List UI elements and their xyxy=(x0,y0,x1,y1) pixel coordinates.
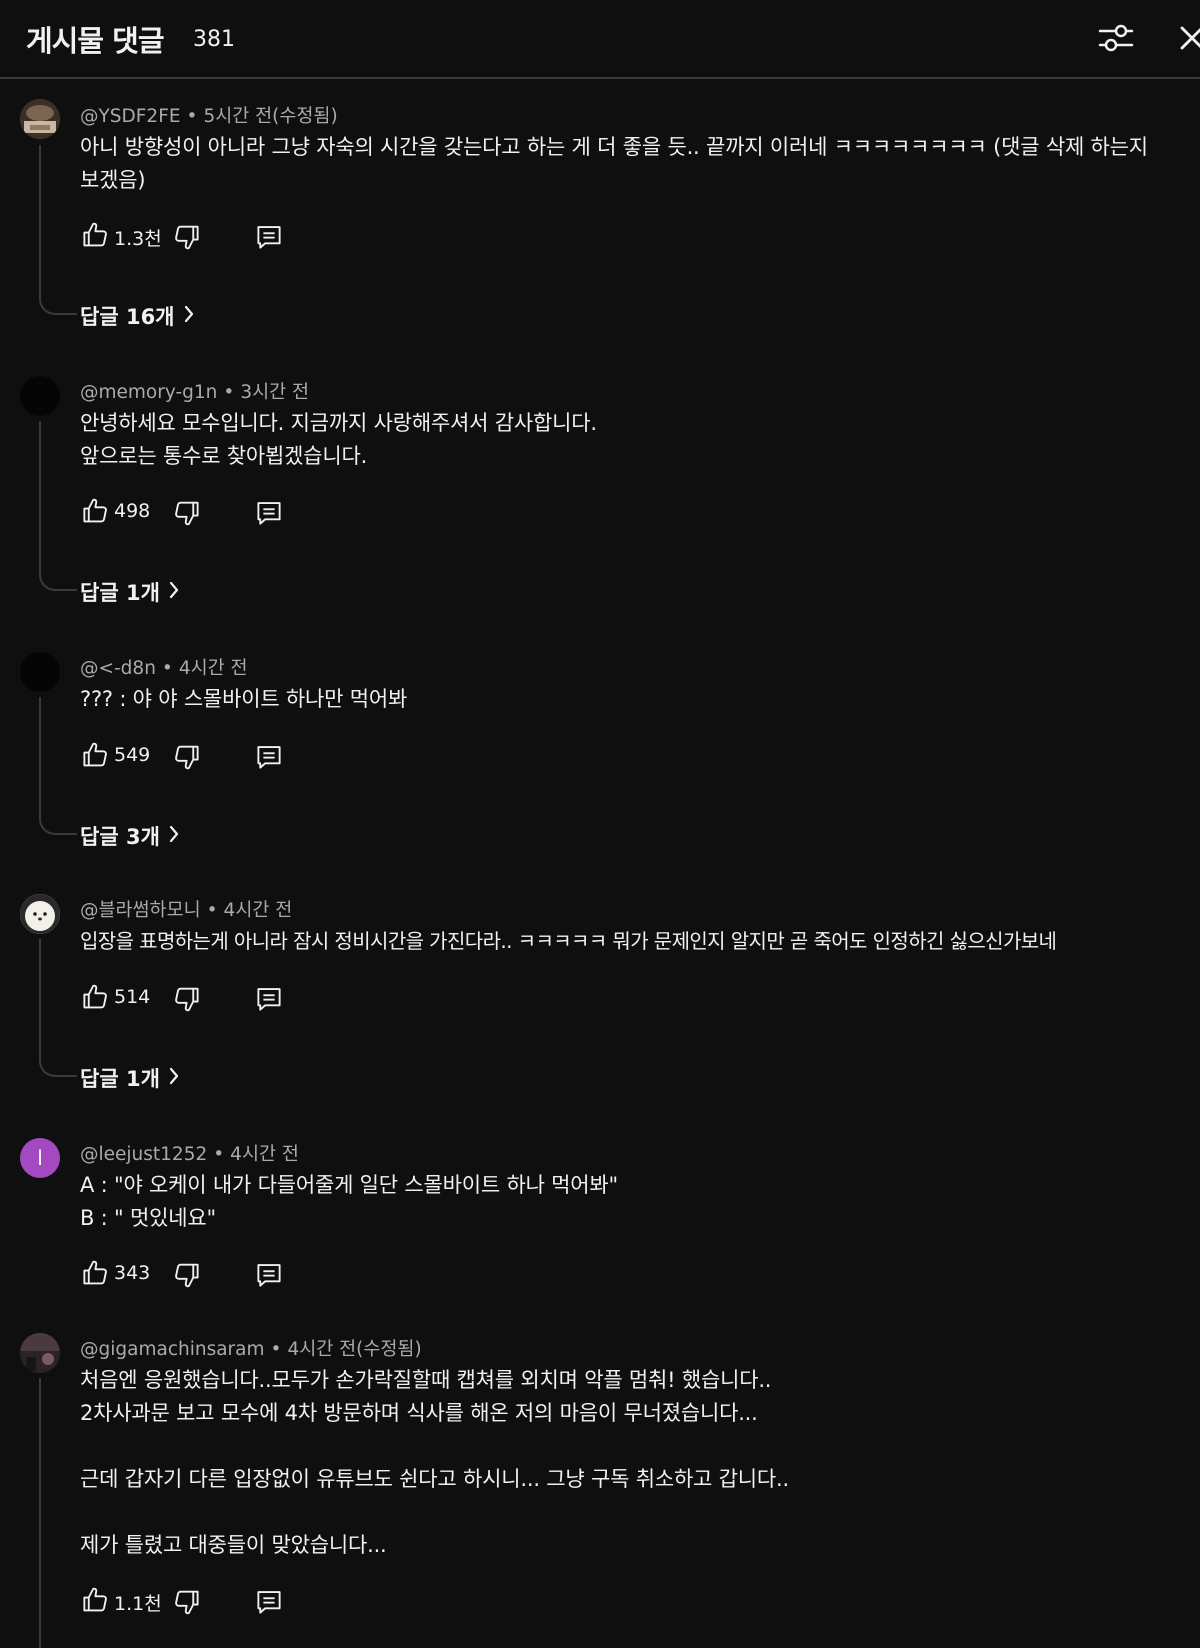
thumb-up-icon[interactable] xyxy=(80,1258,110,1288)
thumb-down-icon[interactable] xyxy=(172,1587,202,1617)
thumb-up-icon[interactable] xyxy=(80,1585,110,1615)
avatar[interactable] xyxy=(20,1333,60,1373)
thumb-up-icon[interactable] xyxy=(80,982,110,1012)
thread-line xyxy=(39,939,77,1077)
chevron-right-icon xyxy=(183,304,195,324)
sliders-icon[interactable] xyxy=(1096,18,1136,58)
comment-author[interactable]: @블라썸하모니 xyxy=(80,900,201,921)
thumb-up-icon[interactable] xyxy=(80,496,110,526)
comment-icon[interactable] xyxy=(254,984,284,1014)
comment-text: 처음엔 응원했습니다..모두가 손가락질할때 캡쳐를 외치며 악플 멈춰! 했습… xyxy=(80,1368,789,1557)
comment-meta: @<-d8n • 4시간 전 xyxy=(80,658,248,679)
chevron-right-icon xyxy=(168,1066,180,1086)
comment-text: A : "야 오케이 내가 다들어줄게 일단 스몰바이트 하나 먹어봐" B :… xyxy=(80,1173,618,1230)
comment-time: 5시간 전(수정됨) xyxy=(203,106,338,127)
replies-label: 답글 16개 xyxy=(80,305,175,329)
replies-button[interactable]: 답글 1개 xyxy=(80,577,180,607)
comment-author[interactable]: @YSDF2FE xyxy=(80,106,181,127)
comment-actions: 549 xyxy=(80,740,300,772)
page-title: 게시물 댓글 xyxy=(26,24,164,58)
replies-button[interactable]: 답글 16개 xyxy=(80,301,195,331)
comment-time: 4시간 전 xyxy=(223,900,293,921)
avatar[interactable] xyxy=(20,376,60,416)
thumb-down-icon[interactable] xyxy=(172,498,202,528)
replies-label: 답글 1개 xyxy=(80,581,160,605)
comment-author[interactable]: @<-d8n xyxy=(80,658,156,679)
like-count: 1.3천 xyxy=(114,228,162,250)
comment-icon[interactable] xyxy=(254,742,284,772)
replies-button[interactable]: 답글 1개 xyxy=(80,1063,180,1093)
thread-line xyxy=(39,1378,77,1648)
close-icon[interactable] xyxy=(1176,20,1200,56)
comments-header: 게시물 댓글 381 xyxy=(0,0,1200,79)
comment-time: 4시간 전(수정됨) xyxy=(287,1339,422,1360)
comment-meta: @블라썸하모니 • 4시간 전 xyxy=(80,900,293,921)
like-count: 1.1천 xyxy=(114,1593,162,1615)
thumb-down-icon[interactable] xyxy=(172,1260,202,1290)
comment-count: 381 xyxy=(193,27,235,52)
comment-text: ??? : 야 야 스몰바이트 하나만 먹어봐 xyxy=(80,687,408,711)
comment-actions: 1.1천 xyxy=(80,1585,300,1617)
comment-icon[interactable] xyxy=(254,222,284,252)
comment-icon[interactable] xyxy=(254,1587,284,1617)
comment-actions: 1.3천 xyxy=(80,220,300,252)
comment-author[interactable]: @memory-g1n xyxy=(80,382,217,403)
replies-button[interactable]: 답글 3개 xyxy=(80,821,180,851)
comment-time: 4시간 전 xyxy=(230,1144,299,1165)
thumb-down-icon[interactable] xyxy=(172,222,202,252)
comment-actions: 514 xyxy=(80,982,300,1014)
comment-text: 아니 방향성이 아니라 그냥 자숙의 시간을 갖는다고 하는 게 더 좋을 듯.… xyxy=(80,135,1155,192)
thread-line xyxy=(39,145,77,315)
comment-meta: @YSDF2FE • 5시간 전(수정됨) xyxy=(80,106,338,127)
chevron-right-icon xyxy=(168,824,180,844)
comment-meta: @gigamachinsaram • 4시간 전(수정됨) xyxy=(80,1339,422,1360)
replies-label: 답글 3개 xyxy=(80,825,160,849)
thread-line xyxy=(39,421,77,591)
comment-text: 안녕하세요 모수입니다. 지금까지 사랑해주셔서 감사합니다. 앞으로는 통수로… xyxy=(80,411,597,468)
thumb-up-icon[interactable] xyxy=(80,220,110,250)
avatar[interactable] xyxy=(20,99,60,139)
comment-icon[interactable] xyxy=(254,1260,284,1290)
comment-text: 입장을 표명하는게 아니라 잠시 정비시간을 가진다라.. ㅋㅋㅋㅋㅋ 뭐가 문… xyxy=(80,929,1057,953)
avatar[interactable] xyxy=(20,894,60,934)
comment-meta: @leejust1252 • 4시간 전 xyxy=(80,1144,299,1165)
like-count: 498 xyxy=(114,500,151,522)
thread-line xyxy=(39,697,77,835)
replies-label: 답글 1개 xyxy=(80,1067,160,1091)
comment-author[interactable]: @gigamachinsaram xyxy=(80,1339,265,1360)
avatar[interactable]: l xyxy=(20,1138,60,1178)
comment-author[interactable]: @leejust1252 xyxy=(80,1144,207,1165)
thumb-up-icon[interactable] xyxy=(80,740,110,770)
comment-actions: 343 xyxy=(80,1258,300,1290)
thumb-down-icon[interactable] xyxy=(172,984,202,1014)
thumb-down-icon[interactable] xyxy=(172,742,202,772)
like-count: 343 xyxy=(114,1262,151,1284)
comment-actions: 498 xyxy=(80,496,300,528)
comment-meta: @memory-g1n • 3시간 전 xyxy=(80,382,310,403)
chevron-right-icon xyxy=(168,580,180,600)
comment-icon[interactable] xyxy=(254,498,284,528)
avatar-letter: l xyxy=(37,1146,43,1170)
comment-time: 3시간 전 xyxy=(240,382,310,403)
avatar[interactable] xyxy=(20,652,60,692)
like-count: 514 xyxy=(114,986,151,1008)
like-count: 549 xyxy=(114,744,151,766)
comment-time: 4시간 전 xyxy=(178,658,248,679)
